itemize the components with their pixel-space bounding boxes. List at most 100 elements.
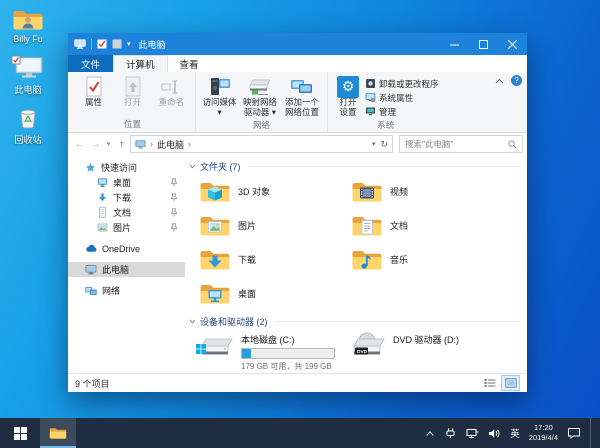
search-input[interactable]: 搜索"此电脑" — [399, 135, 523, 153]
sidebar-item-pictures[interactable]: 图片 — [68, 220, 185, 235]
power-plug-icon[interactable] — [444, 428, 457, 439]
open-button[interactable]: 打开 — [114, 74, 151, 108]
network-status-icon[interactable] — [466, 428, 479, 439]
back-icon[interactable]: ← — [72, 139, 87, 150]
items-view: 文件夹 (7) 3D 对象 视频 图片 — [185, 155, 527, 373]
collapse-ribbon-icon[interactable] — [495, 78, 504, 84]
drive-tile-dvd-d[interactable]: DVD DVD 驱动器 (D:) — [347, 332, 519, 372]
qat-divider — [91, 39, 92, 49]
minimize-button[interactable] — [440, 33, 469, 55]
properties-qat-icon[interactable] — [97, 39, 107, 49]
recent-locations-caret-icon[interactable]: ▾ — [104, 140, 113, 148]
search-placeholder: 搜索"此电脑" — [405, 138, 454, 150]
add-network-location-button[interactable]: 添加一个网络位置 — [282, 74, 322, 118]
forward-icon[interactable]: → — [88, 139, 103, 150]
ime-indicator[interactable]: 英 — [510, 426, 520, 440]
quick-access-toolbar: ▾ — [74, 39, 131, 49]
show-hidden-icons-chevron-icon[interactable] — [425, 430, 435, 437]
large-icons-view-icon[interactable] — [501, 375, 520, 391]
breadcrumb-computer-icon — [135, 140, 146, 149]
computer-icon — [85, 264, 97, 275]
open-settings-button[interactable]: ⚙ 打开设置 — [333, 74, 363, 118]
sidebar-item-documents[interactable]: 文档 — [68, 205, 185, 220]
sidebar-item-desktop[interactable]: 桌面 — [68, 175, 185, 190]
properties-button[interactable]: 属性 — [75, 74, 112, 108]
folder-tile-pictures[interactable]: 图片 — [199, 210, 351, 241]
desktop-icon-this-pc[interactable]: 此电脑 — [0, 55, 56, 96]
desktop-icon-user-folder[interactable]: Billy Fu — [0, 7, 56, 44]
sidebar-item-downloads[interactable]: 下载 — [68, 190, 185, 205]
tab-computer[interactable]: 计算机 — [113, 55, 168, 72]
3d-objects-folder-icon — [199, 179, 231, 204]
system-properties-button[interactable]: 系统属性 — [365, 91, 439, 104]
desktop-icon-label: 回收站 — [14, 133, 41, 146]
navigation-pane: 快速访问 桌面 下载 文档 — [68, 155, 185, 373]
breadcrumb-chevron-icon: › — [150, 139, 153, 149]
action-center-icon[interactable] — [567, 427, 581, 439]
maximize-button[interactable] — [469, 33, 498, 55]
folders-section-header[interactable]: 文件夹 (7) — [189, 158, 519, 174]
folder-tile-music[interactable]: 音乐 — [351, 244, 519, 275]
system-properties-icon — [365, 92, 376, 103]
sidebar-item-this-pc[interactable]: 此电脑 — [68, 262, 185, 277]
start-button[interactable] — [0, 418, 40, 448]
manage-icon — [365, 106, 376, 117]
qat-customize-caret-icon[interactable]: ▾ — [127, 40, 131, 48]
sidebar-item-onedrive[interactable]: OneDrive — [68, 241, 185, 256]
group-label-network: 网络 — [201, 118, 322, 133]
pictures-icon — [97, 222, 108, 233]
manage-button[interactable]: 管理 — [365, 105, 439, 118]
breadcrumb[interactable]: 此电脑 — [157, 138, 184, 151]
downloads-folder-icon — [199, 247, 231, 272]
desktop-folder-icon — [199, 281, 231, 306]
map-network-drive-button[interactable]: 映射网络驱动器 ▾ — [240, 74, 280, 118]
network-location-icon — [289, 77, 315, 97]
document-icon — [97, 207, 108, 218]
desktop-background: Billy Fu 此电脑 回收站 ▾ 此电脑 — [0, 0, 600, 448]
pin-icon — [170, 178, 178, 187]
close-button[interactable] — [498, 33, 527, 55]
window-controls — [440, 33, 527, 55]
this-pc-icon — [11, 55, 45, 81]
uninstall-program-button[interactable]: 卸载或更改程序 — [365, 77, 439, 90]
breadcrumb-chevron-icon[interactable]: › — [188, 139, 191, 149]
details-view-icon[interactable] — [480, 375, 499, 391]
up-icon[interactable]: ↑ — [114, 139, 129, 150]
settings-gear-icon: ⚙ — [337, 76, 359, 98]
sidebar-item-network[interactable]: 网络 — [68, 283, 185, 298]
title-bar[interactable]: ▾ 此电脑 — [68, 33, 527, 55]
taskbar-clock[interactable]: 17:20 2019/4/4 — [529, 423, 558, 443]
volume-icon[interactable] — [488, 428, 501, 439]
media-server-icon — [208, 76, 232, 98]
pin-icon — [170, 208, 178, 217]
show-desktop-strip[interactable] — [590, 418, 595, 448]
drive-name: 本地磁盘 (C:) — [241, 333, 335, 346]
folder-tile-downloads[interactable]: 下载 — [199, 244, 351, 275]
help-icon[interactable]: ? — [511, 75, 522, 86]
drive-tile-local-disk-c[interactable]: 本地磁盘 (C:) 179 GB 可用，共 199 GB — [195, 332, 347, 372]
folder-tile-3d-objects[interactable]: 3D 对象 — [199, 176, 351, 207]
refresh-icon[interactable]: ↻ — [380, 139, 388, 150]
address-dropdown-caret-icon[interactable]: ▾ — [372, 140, 376, 148]
folder-tile-desktop[interactable]: 桌面 — [199, 278, 351, 309]
devices-section-header[interactable]: 设备和驱动器 (2) — [189, 313, 519, 329]
sidebar-item-quick-access[interactable]: 快速访问 — [68, 160, 185, 175]
access-media-button[interactable]: 访问媒体▾ — [201, 74, 238, 118]
ribbon-group-system: ⚙ 打开设置 卸载或更改程序 系统属性 — [328, 72, 444, 132]
tab-file[interactable]: 文件 — [68, 55, 113, 72]
desktop-icon-label: 此电脑 — [14, 83, 41, 96]
folder-tile-videos[interactable]: 视频 — [351, 176, 519, 207]
tab-view[interactable]: 查看 — [168, 55, 211, 72]
taskbar-file-explorer-button[interactable] — [40, 418, 76, 448]
drive-capacity-fill — [242, 349, 251, 358]
new-folder-qat-icon[interactable] — [112, 39, 122, 49]
address-field[interactable]: › 此电脑 › ▾ ↻ — [130, 135, 393, 153]
search-icon — [508, 140, 517, 149]
folder-tile-documents[interactable]: 文档 — [351, 210, 519, 241]
rename-button[interactable]: 重命名 — [153, 74, 190, 108]
desktop-icon-recycle-bin[interactable]: 回收站 — [0, 104, 56, 146]
address-bar-row: ← → ▾ ↑ › 此电脑 › ▾ ↻ 搜索"此电脑" — [68, 133, 527, 155]
chevron-down-icon — [189, 319, 196, 324]
onedrive-cloud-icon — [85, 243, 97, 254]
user-folder-icon — [12, 7, 44, 32]
